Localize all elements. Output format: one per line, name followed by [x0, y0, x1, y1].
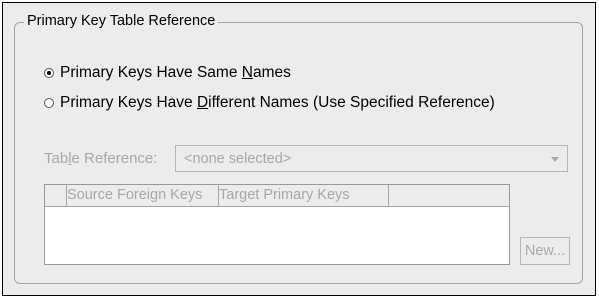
radio-button-icon[interactable] [44, 68, 54, 78]
column-header-blank[interactable] [45, 185, 67, 206]
new-button[interactable]: New... [520, 237, 570, 265]
column-header-source-foreign-keys[interactable]: Source Foreign Keys [67, 185, 219, 206]
table-reference-selected-value: <none selected> [184, 151, 292, 167]
chevron-down-icon[interactable] [551, 157, 559, 162]
table-header: Source Foreign Keys Target Primary Keys [45, 185, 509, 207]
radio-same-names-label: Primary Keys Have Same Names [60, 64, 291, 81]
column-header-target-primary-keys[interactable]: Target Primary Keys [219, 185, 389, 206]
table-reference-label: Table Reference: [44, 150, 158, 167]
group-title: Primary Key Table Reference [24, 12, 219, 30]
table-reference-select[interactable]: <none selected> [175, 145, 568, 172]
radio-different-names-label: Primary Keys Have Different Names (Use S… [60, 94, 495, 111]
radio-button-icon[interactable] [44, 98, 54, 108]
key-mapping-table[interactable]: Source Foreign Keys Target Primary Keys [44, 184, 510, 265]
radio-same-names[interactable]: Primary Keys Have Same Names [44, 64, 291, 82]
radio-different-names[interactable]: Primary Keys Have Different Names (Use S… [44, 94, 495, 112]
column-header-filler [389, 185, 509, 206]
